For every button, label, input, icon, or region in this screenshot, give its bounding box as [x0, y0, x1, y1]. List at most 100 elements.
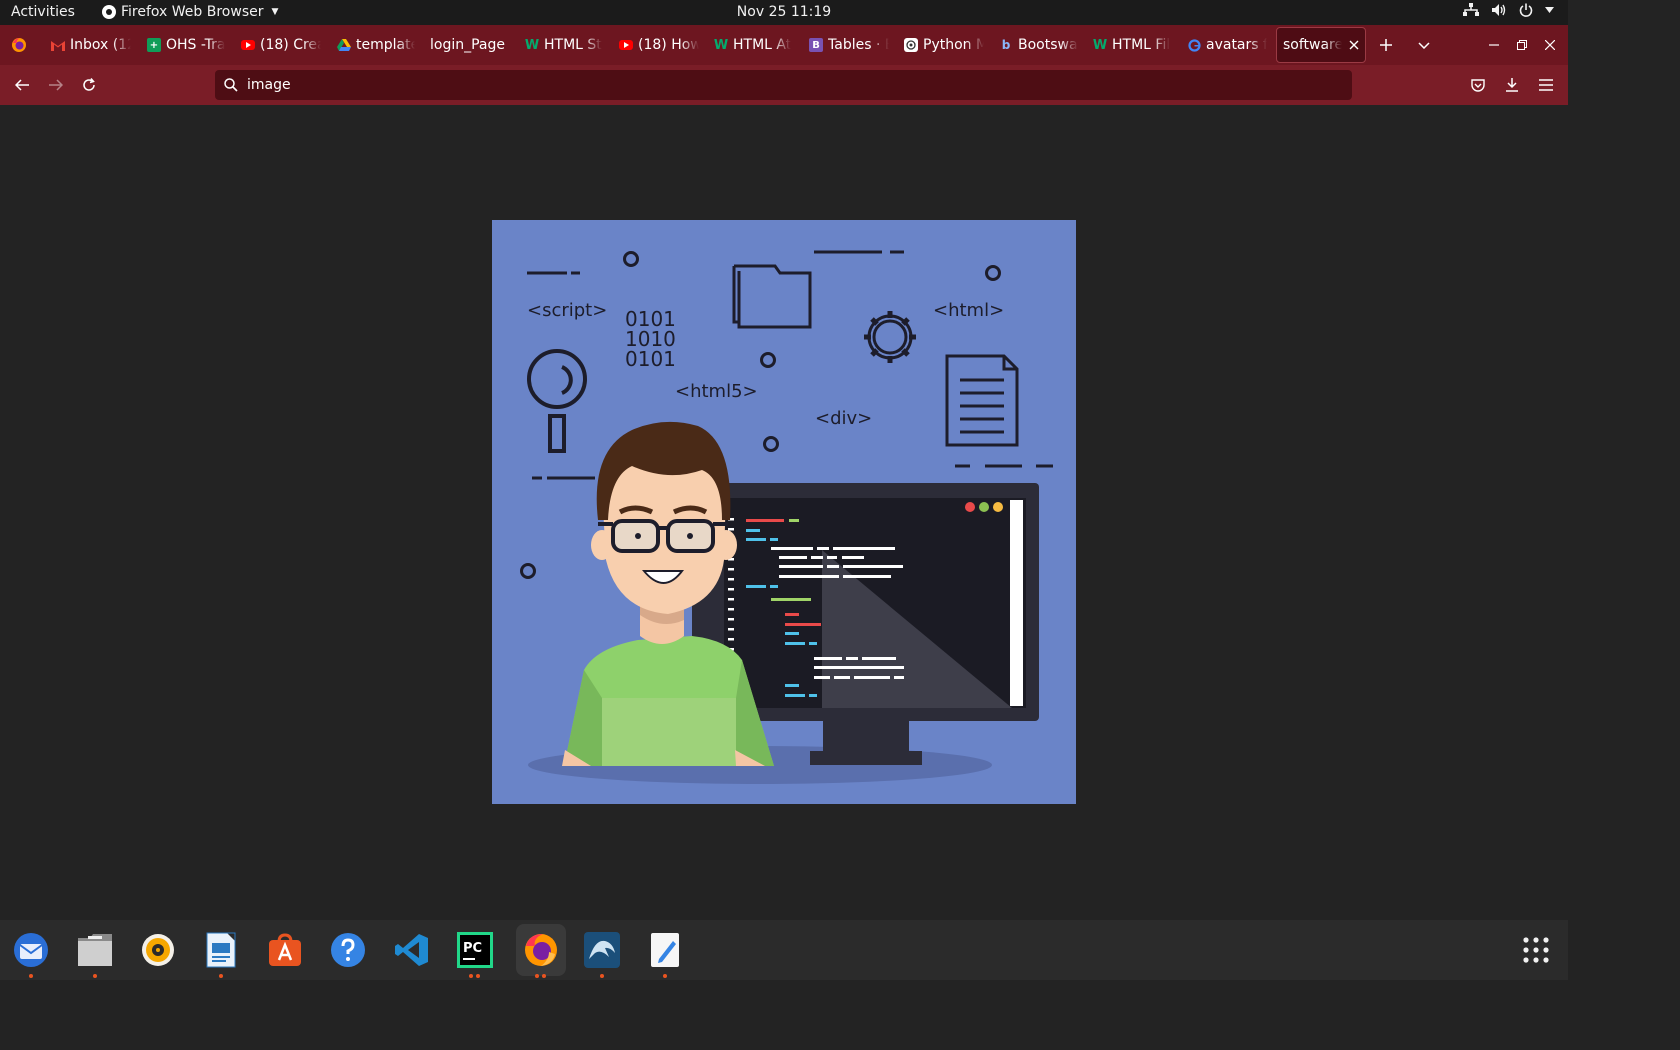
activities-button[interactable]: Activities	[11, 4, 75, 20]
app-menu-button[interactable]	[1536, 75, 1556, 95]
reload-button[interactable]	[79, 75, 99, 95]
youtube-icon	[241, 40, 255, 50]
tab-label: (18) Crea	[260, 37, 321, 53]
tab-software-active[interactable]: software-	[1276, 27, 1366, 63]
tab-youtube-1[interactable]: (18) Crea	[241, 27, 321, 63]
app-center-icon[interactable]	[263, 928, 307, 972]
files-icon[interactable]	[73, 928, 117, 978]
search-icon	[224, 78, 238, 92]
w3schools-icon: W	[525, 37, 540, 53]
downloads-button[interactable]	[1502, 75, 1522, 95]
script-tag-text: <script>	[527, 300, 607, 321]
vscode-icon[interactable]	[390, 928, 434, 972]
download-icon	[1506, 78, 1518, 92]
new-tab-button[interactable]	[1376, 27, 1396, 63]
network-icon	[1463, 3, 1479, 16]
tab-ohs-tracker[interactable]: + OHS -Tra	[147, 27, 225, 63]
tab-strip: Inbox (12 + OHS -Tra (18) Crea template …	[0, 25, 1568, 65]
dock: PC	[0, 920, 1568, 980]
gmail-icon	[51, 38, 65, 52]
tab-youtube-2[interactable]: (18) How	[619, 27, 699, 63]
volume-icon	[1492, 4, 1506, 16]
mysql-workbench-icon[interactable]	[580, 928, 624, 978]
software-developer-illustration: <script> <html> <html5> <div> 0101 1010 …	[492, 220, 1076, 804]
firefox-icon[interactable]	[516, 924, 566, 978]
html-tag-text: <html>	[933, 300, 1004, 321]
app-name: Firefox Web Browser	[121, 4, 264, 20]
bootstrap-icon: B	[809, 38, 823, 52]
text-editor-icon[interactable]	[643, 928, 687, 978]
tab-label: Python M	[923, 37, 984, 53]
tab-avatars[interactable]: avatars f	[1187, 27, 1267, 63]
tab-label: HTML At	[733, 37, 792, 53]
tab-html-attributes[interactable]: W HTML At	[714, 27, 794, 63]
thunderbird-icon[interactable]	[9, 928, 53, 978]
binary-line-3: 0101	[625, 347, 676, 371]
google-icon	[1187, 38, 1201, 52]
w3schools-icon: W	[714, 37, 729, 53]
reload-icon	[83, 78, 95, 91]
writer-icon[interactable]	[199, 928, 243, 978]
restore-button[interactable]	[1512, 27, 1532, 63]
youtube-icon	[619, 40, 633, 50]
chevron-down-icon: ▼	[271, 7, 279, 17]
firefox-app-icon	[102, 5, 116, 19]
chatgpt-icon	[904, 38, 918, 52]
tab-python[interactable]: Python M	[904, 27, 984, 63]
restore-icon	[1517, 40, 1527, 50]
drive-icon	[337, 38, 351, 52]
tab-label: Tables · B	[828, 37, 889, 53]
w3schools-icon: W	[1093, 37, 1108, 53]
page-content: <script> <html> <html5> <div> 0101 1010 …	[0, 105, 1568, 920]
plus-icon	[1380, 39, 1392, 51]
hamburger-menu-icon	[1539, 79, 1553, 91]
tab-label: OHS -Tra	[166, 37, 225, 53]
tab-label: (18) How	[638, 37, 699, 53]
power-icon	[1519, 3, 1533, 17]
list-all-tabs-button[interactable]	[1414, 27, 1434, 63]
arrow-left-icon	[15, 79, 29, 91]
tab-label: avatars f	[1206, 37, 1267, 53]
tab-label: software-	[1283, 37, 1342, 53]
pocket-button[interactable]	[1468, 75, 1488, 95]
tab-html-file[interactable]: W HTML Fil	[1093, 27, 1173, 63]
arrow-right-icon	[49, 79, 63, 91]
tab-template[interactable]: template	[337, 27, 415, 63]
forward-button[interactable]	[46, 75, 66, 95]
tab-label: template	[356, 37, 415, 53]
close-window-button[interactable]	[1540, 27, 1560, 63]
html5-tag-text: <html5>	[675, 381, 758, 402]
bootswatch-icon: b	[1001, 38, 1011, 52]
url-value: image	[247, 77, 291, 93]
minimize-button[interactable]	[1484, 27, 1504, 63]
help-icon[interactable]	[326, 928, 370, 972]
sheets-icon: +	[147, 38, 161, 52]
tab-bootswatch[interactable]: b Bootswa	[999, 27, 1079, 63]
chevron-down-icon	[1545, 7, 1554, 13]
tab-inbox[interactable]: Inbox (12	[51, 27, 131, 63]
pocket-icon	[1471, 78, 1485, 92]
tab-html-styles[interactable]: W HTML St	[525, 27, 605, 63]
tab-label: HTML Fil	[1112, 37, 1171, 53]
rhythmbox-icon[interactable]	[136, 928, 180, 972]
pycharm-icon[interactable]: PC	[453, 928, 497, 978]
chevron-down-icon	[1418, 41, 1430, 49]
close-icon	[1545, 40, 1555, 50]
firefox-icon	[12, 38, 26, 52]
tab-login-page[interactable]: login_Page	[430, 27, 510, 63]
tab-label: Bootswa	[1018, 37, 1078, 53]
svg-text:PC: PC	[463, 941, 482, 956]
gnome-top-bar: Activities Firefox Web Browser ▼ Nov 25 …	[0, 0, 1568, 25]
system-menu[interactable]	[1463, 3, 1554, 17]
back-button[interactable]	[12, 75, 32, 95]
firefox-view-button[interactable]	[8, 27, 30, 63]
tab-label: HTML St	[544, 37, 602, 53]
div-tag-text: <div>	[815, 408, 872, 429]
app-menu[interactable]: Firefox Web Browser ▼	[102, 4, 278, 20]
show-apps-icon[interactable]	[1514, 928, 1558, 972]
tab-label: Inbox (12	[70, 37, 131, 53]
tab-bootstrap-tables[interactable]: B Tables · B	[809, 27, 889, 63]
close-tab-icon[interactable]	[1349, 40, 1359, 50]
tab-label: login_Page	[430, 37, 505, 53]
url-bar[interactable]: image	[215, 70, 1352, 100]
